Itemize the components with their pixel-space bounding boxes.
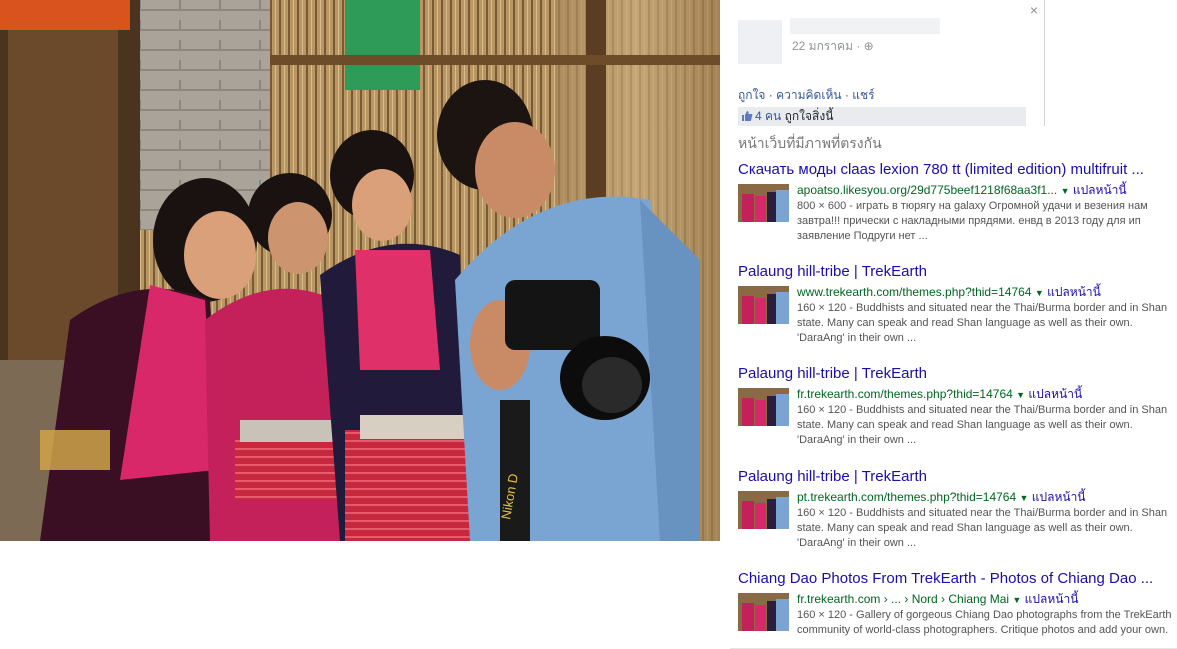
- comment-link[interactable]: ความคิดเห็น: [776, 88, 841, 102]
- caret-down-icon[interactable]: ▼: [1012, 595, 1021, 605]
- result-thumbnail[interactable]: [738, 388, 789, 426]
- result-snippet: 160 × 120 - Buddhists and situated near …: [797, 404, 1168, 446]
- separator: ·: [768, 88, 773, 102]
- matching-pages-heading: หน้าเว็บที่มีภาพที่ตรงกัน: [738, 135, 882, 151]
- search-result: Palaung hill-tribe | TrekEarth fr.trekea…: [738, 364, 1175, 446]
- result-snippet: 160 × 120 - Buddhists and situated near …: [797, 507, 1168, 549]
- photo-scene: Nikon D: [0, 0, 720, 541]
- result-url-line: apoatso.likesyou.org/29d775beef1218f68aa…: [797, 182, 1175, 199]
- result-thumbnail[interactable]: [738, 491, 789, 529]
- share-link[interactable]: แชร์: [852, 88, 874, 102]
- result-url-line: fr.trekearth.com › ... › Nord › Chiang M…: [797, 591, 1175, 608]
- result-thumbnail[interactable]: [738, 593, 789, 631]
- result-url: pt.trekearth.com/themes.php?thid=14764: [797, 490, 1017, 504]
- result-title-link[interactable]: Скачать моды claas lexion 780 tt (limite…: [738, 160, 1174, 179]
- main-photo: Nikon D: [0, 0, 720, 541]
- result-url-line: pt.trekearth.com/themes.php?thid=14764 ▼…: [797, 489, 1175, 506]
- caret-down-icon[interactable]: ▼: [1061, 186, 1070, 196]
- search-result: Скачать моды claas lexion 780 tt (limite…: [738, 160, 1175, 242]
- result-url-line: fr.trekearth.com/themes.php?thid=14764 ▼…: [797, 386, 1175, 403]
- caret-down-icon[interactable]: ▼: [1019, 493, 1028, 503]
- translate-link[interactable]: แปลหน้านี้: [1025, 592, 1079, 606]
- search-result: Palaung hill-tribe | TrekEarth www.treke…: [738, 262, 1175, 344]
- result-title-link[interactable]: Palaung hill-tribe | TrekEarth: [738, 262, 1174, 281]
- likes-summary: 4 คน ถูกใจสิ่งนี้: [738, 107, 1026, 126]
- result-url: www.trekearth.com/themes.php?thid=14764: [797, 285, 1032, 299]
- result-thumbnail[interactable]: [738, 184, 789, 222]
- result-url-line: www.trekearth.com/themes.php?thid=14764 …: [797, 284, 1175, 301]
- result-title-link[interactable]: Palaung hill-tribe | TrekEarth: [738, 467, 1174, 486]
- privacy-globe-icon: ⊕: [863, 39, 874, 53]
- likes-text: ถูกใจสิ่งนี้: [784, 109, 834, 123]
- result-url: fr.trekearth.com › ... › Nord › Chiang M…: [797, 592, 1010, 606]
- translate-link[interactable]: แปลหน้านี้: [1073, 183, 1127, 197]
- profile-name-blurred[interactable]: [790, 18, 940, 34]
- result-thumbnail[interactable]: [738, 286, 789, 324]
- result-url: fr.trekearth.com/themes.php?thid=14764: [797, 387, 1013, 401]
- translate-link[interactable]: แปลหน้านี้: [1028, 387, 1082, 401]
- result-title-link[interactable]: Palaung hill-tribe | TrekEarth: [738, 364, 1174, 383]
- result-url: apoatso.likesyou.org/29d775beef1218f68aa…: [797, 183, 1058, 197]
- post-date-text[interactable]: 22 มกราคม ·: [792, 39, 860, 53]
- result-snippet: 160 × 120 - Buddhists and situated near …: [797, 302, 1168, 344]
- like-link[interactable]: ถูกใจ: [738, 88, 765, 102]
- search-result: Palaung hill-tribe | TrekEarth pt.trekea…: [738, 467, 1175, 549]
- post-action-bar: ถูกใจ · ความคิดเห็น · แชร์: [738, 86, 875, 105]
- thumbs-up-icon: [742, 111, 753, 121]
- close-icon[interactable]: ×: [1030, 2, 1038, 18]
- facebook-post-panel: 22 มกราคม · ⊕ × ถูกใจ · ความคิดเห็น · แช…: [728, 0, 1045, 126]
- caret-down-icon[interactable]: ▼: [1016, 390, 1025, 400]
- result-title-link[interactable]: Chiang Dao Photos From TrekEarth - Photo…: [738, 569, 1174, 588]
- caret-down-icon[interactable]: ▼: [1035, 288, 1044, 298]
- post-date[interactable]: 22 มกราคม · ⊕: [792, 37, 874, 56]
- search-result: Chiang Dao Photos From TrekEarth - Photo…: [738, 569, 1174, 647]
- separator: ·: [844, 88, 849, 102]
- result-snippet: 800 × 600 - играть в тюрягу на galaxy Ог…: [797, 200, 1148, 242]
- profile-avatar[interactable]: [738, 20, 782, 64]
- result-snippet: 160 × 120 - Gallery of gorgeous Chiang D…: [797, 609, 1172, 636]
- translate-link[interactable]: แปลหน้านี้: [1032, 490, 1086, 504]
- translate-link[interactable]: แปลหน้านี้: [1047, 285, 1101, 299]
- likes-count[interactable]: 4 คน: [755, 109, 781, 123]
